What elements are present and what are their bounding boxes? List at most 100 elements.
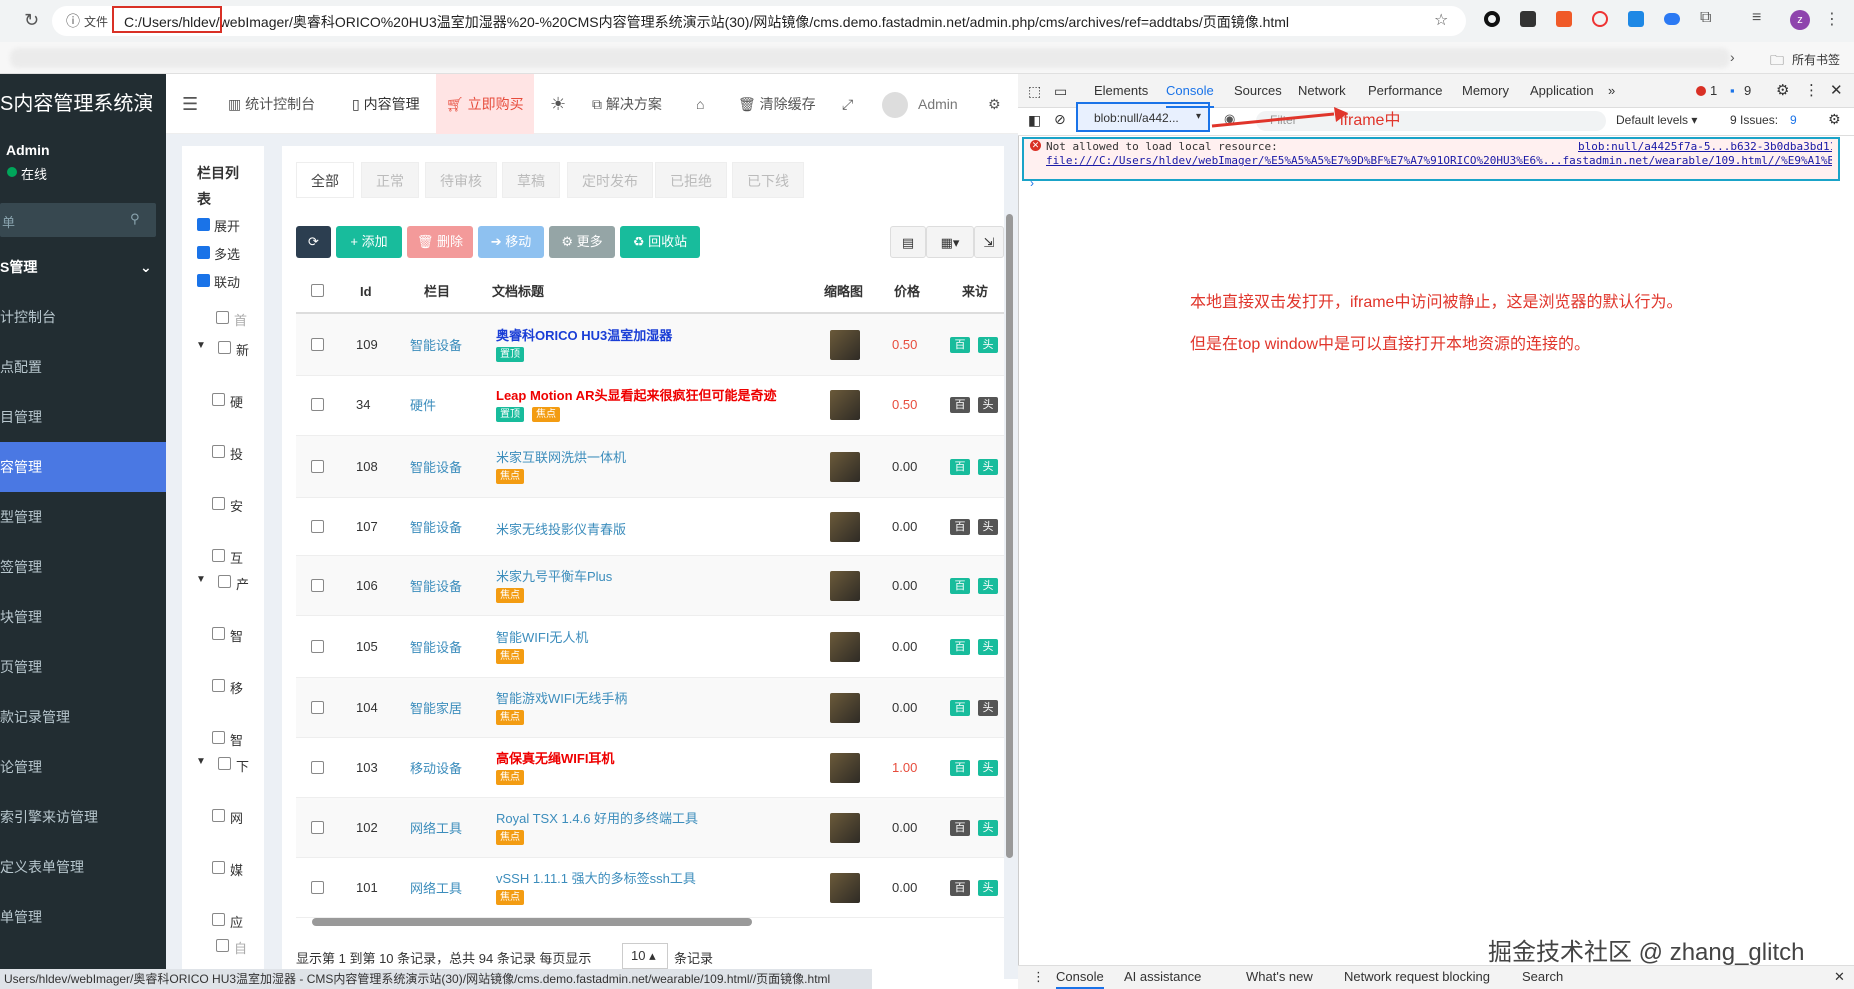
row-title[interactable]: 高保真无绳WIFI耳机 [496,748,614,767]
tree-node-checkbox[interactable] [212,679,225,692]
tree-node-label[interactable]: 网 [230,808,243,827]
issues-label[interactable]: 9 Issues: [1730,113,1778,127]
devtools-tab[interactable]: Console [1166,74,1214,108]
sidebar-item[interactable]: 定义表单管理 [0,842,166,892]
drawer-close-icon[interactable]: ✕ [1834,965,1845,989]
tree-node-label[interactable]: 移 [230,678,243,697]
tab-3[interactable]: 草稿 [502,162,560,198]
reading-list-icon[interactable]: ≡ [1752,9,1761,27]
console-settings-icon[interactable]: ⚙ [1828,111,1841,128]
tree-node-checkbox[interactable] [218,575,231,588]
devtools-tab[interactable]: Elements [1094,74,1148,108]
tree-node-label[interactable]: 安 [230,496,243,515]
puzzle-icon[interactable]: ⧉ [1700,9,1711,27]
row-title[interactable]: 米家无线投影仪青春版 [496,519,626,538]
tree-node-label[interactable]: 投 [230,444,243,463]
row-checkbox[interactable] [311,520,324,533]
row-thumbnail[interactable] [830,873,860,903]
move-button[interactable]: ➔ 移动 [478,226,544,258]
row-checkbox[interactable] [311,640,324,653]
sidebar-item[interactable]: 页管理 [0,642,166,692]
error-url-link[interactable]: file:///C:/Users/hldev/webImager/%E5%A5%… [1046,154,1832,167]
extension-icon[interactable] [1520,11,1536,27]
sidebar-item[interactable]: 点配置 [0,342,166,392]
tree-node-label[interactable]: 智 [230,626,243,645]
row-category[interactable]: 智能设备 [410,517,462,536]
tree-expand-icon[interactable]: ▼ [196,574,206,585]
chevron-right-icon[interactable]: › [1730,49,1735,65]
console-prompt-icon[interactable]: › [1030,176,1034,190]
row-category[interactable]: 移动设备 [410,758,462,777]
nav-dashboard[interactable]: ▥ 统计控制台 [228,74,315,134]
refresh-button[interactable]: ⟳ [296,226,331,258]
drawer-tab[interactable]: AI assistance [1124,965,1201,989]
levels-dropdown[interactable]: Default levels ▾ [1616,113,1697,127]
row-title[interactable]: 米家互联网洗烘一体机 [496,447,626,466]
tree-node-label[interactable]: 下 [236,756,249,775]
row-thumbnail[interactable] [830,753,860,783]
sidebar-item[interactable]: 单管理 [0,892,166,942]
kebab-icon[interactable]: ⋮ [1804,74,1819,108]
row-thumbnail[interactable] [830,693,860,723]
row-category[interactable]: 智能家居 [410,698,462,717]
toggle-view-button[interactable]: ▤ [890,226,926,258]
row-thumbnail[interactable] [830,452,860,482]
sidebar-item[interactable]: 计控制台 [0,292,166,342]
message-count[interactable]: 9 [1744,74,1751,108]
delete-button[interactable]: 🗑︎ 删除 [407,226,473,258]
row-title[interactable]: Leap Motion AR头显看起来很疯狂但可能是奇迹 [496,385,776,404]
row-checkbox[interactable] [311,701,324,714]
tab-2[interactable]: 待审核 [425,162,497,198]
sidebar-item[interactable]: 签管理 [0,542,166,592]
admin-avatar[interactable] [882,92,908,118]
row-title[interactable]: 奥睿科ORICO HU3温室加湿器 [496,325,672,344]
row-thumbnail[interactable] [830,512,860,542]
drawer-menu-icon[interactable]: ⋮ [1032,965,1045,989]
row-title[interactable]: 智能游戏WIFI无线手柄 [496,688,627,707]
tree-node-label[interactable]: 自 [234,938,247,957]
row-checkbox[interactable] [311,821,324,834]
row-thumbnail[interactable] [830,390,860,420]
all-bookmarks[interactable]: 所有书签 [1792,51,1840,68]
row-checkbox[interactable] [311,460,324,473]
row-checkbox[interactable] [311,881,324,894]
sidebar-item[interactable]: 索引擎来访管理 [0,792,166,842]
tree-node-checkbox[interactable] [216,311,229,324]
sidebar-item[interactable]: 容管理 [0,442,166,492]
hamburger-icon[interactable]: ☰ [182,74,198,134]
row-thumbnail[interactable] [830,813,860,843]
row-checkbox[interactable] [311,338,324,351]
more-tabs-icon[interactable]: » [1608,74,1615,108]
issues-count[interactable]: 9 [1790,113,1797,127]
row-category[interactable]: 智能设备 [410,335,462,354]
nav-buy-button[interactable]: 🛒︎ 立即购买 [436,74,534,134]
drawer-tab[interactable]: Network request blocking [1344,965,1490,989]
fullscreen-icon[interactable]: ⤢ [842,74,853,134]
tab-5[interactable]: 已拒绝 [655,162,727,198]
tree-node-label[interactable]: 互 [230,548,243,567]
star-icon[interactable]: ☆ [1434,10,1448,30]
menu-icon[interactable]: ⋮ [1824,9,1840,29]
extension-icon[interactable] [1484,11,1500,27]
sidebar-item[interactable]: 目管理 [0,392,166,442]
extension-icon[interactable] [1556,11,1572,27]
row-checkbox[interactable] [311,398,324,411]
more-button[interactable]: ⚙ 更多 [549,226,615,258]
row-title[interactable]: Royal TSX 1.4.6 好用的多终端工具 [496,808,698,827]
tree-node-checkbox[interactable] [212,809,225,822]
sidebar-item[interactable]: 块管理 [0,592,166,642]
nav-solutions[interactable]: ⧉ 解决方案 [592,74,662,134]
tree-node-checkbox[interactable] [212,861,225,874]
sidebar-item[interactable]: 款记录管理 [0,692,166,742]
tab-1[interactable]: 正常 [361,162,419,198]
tree-node-label[interactable]: 智 [230,730,243,749]
tree-node-label[interactable]: 产 [236,574,249,593]
close-icon[interactable]: ✕ [1830,74,1843,108]
devtools-tab[interactable]: Memory [1462,74,1509,108]
tree-expand-icon[interactable]: ▼ [196,340,206,351]
tree-node-label[interactable]: 硬 [230,392,243,411]
clear-console-icon[interactable]: ⊘ [1054,111,1066,128]
home-icon[interactable]: ⌂ [696,74,704,134]
columns-button[interactable]: ▦▾ [926,226,974,258]
devtools-tab[interactable]: Sources [1234,74,1282,108]
